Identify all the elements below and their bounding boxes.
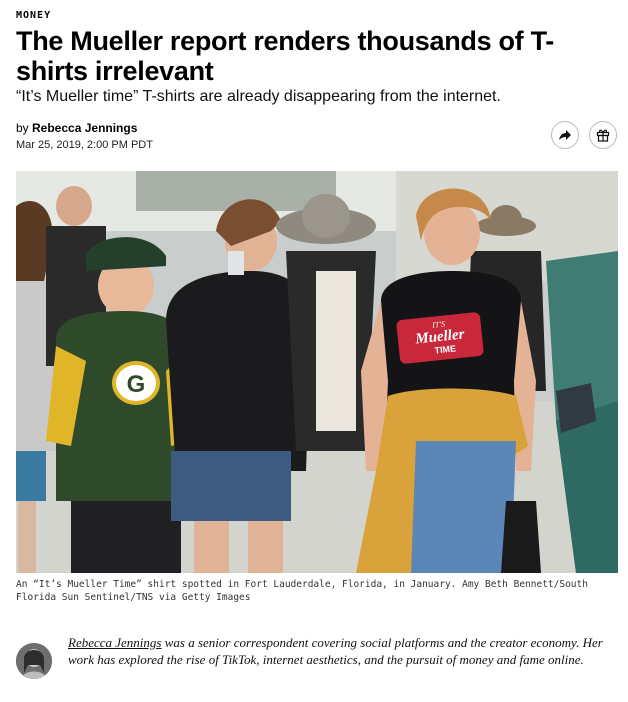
share-arrow-icon bbox=[559, 130, 571, 140]
photo-caption: An “It’s Mueller Time” shirt spotted in … bbox=[16, 579, 588, 603]
article-photo: G IT'S Mueller TIME bbox=[16, 171, 618, 573]
share-button[interactable] bbox=[551, 121, 579, 149]
gift-icon bbox=[596, 129, 610, 142]
hoodie-logo: G bbox=[127, 371, 146, 398]
author-bio: Rebecca Jennings was a senior correspond… bbox=[68, 634, 608, 668]
gift-button[interactable] bbox=[589, 121, 617, 149]
bio-author-link[interactable]: Rebecca Jennings bbox=[68, 635, 161, 650]
author-avatar[interactable] bbox=[16, 643, 52, 679]
headline: The Mueller report renders thousands of … bbox=[16, 26, 554, 86]
author-link[interactable]: Rebecca Jennings bbox=[32, 121, 137, 135]
photo-illustration: G IT'S Mueller TIME bbox=[16, 171, 618, 573]
author-avatar-image bbox=[16, 643, 52, 679]
byline: by Rebecca Jennings bbox=[16, 121, 137, 135]
byline-prefix: by bbox=[16, 121, 33, 135]
article-page: MONEY The Mueller report renders thousan… bbox=[0, 0, 628, 702]
publish-date: Mar 25, 2019, 2:00 PM PDT bbox=[16, 139, 153, 151]
section-label[interactable]: MONEY bbox=[16, 10, 51, 21]
dek: “It’s Mueller time” T-shirts are already… bbox=[16, 88, 501, 105]
